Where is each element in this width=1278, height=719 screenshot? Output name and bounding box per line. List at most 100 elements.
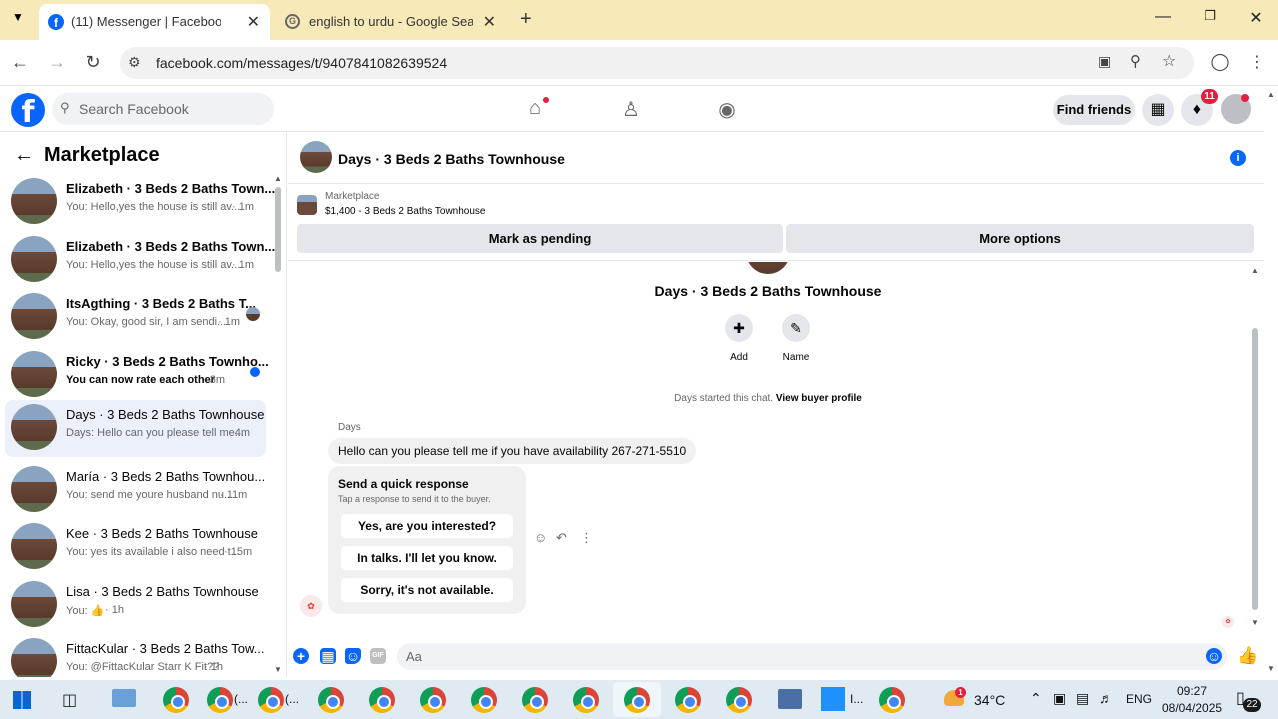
- clock-date[interactable]: 08/04/2025: [1162, 701, 1222, 715]
- browser-menu-icon[interactable]: ⋮: [1245, 52, 1269, 72]
- chrome-taskbar-icon[interactable]: [573, 687, 599, 713]
- find-friends-button[interactable]: Find friends: [1053, 95, 1135, 125]
- listing-thumbnail[interactable]: [297, 195, 317, 215]
- quick-reply-button[interactable]: Sorry, it's not available.: [341, 578, 513, 602]
- name-action[interactable]: ✎ Name: [776, 314, 816, 363]
- tab-google-search[interactable]: G english to urdu - Google Search ✕: [276, 4, 506, 40]
- omnibox[interactable]: ⚙ facebook.com/messages/t/94078410826395…: [120, 47, 1194, 79]
- chat-scrollbar[interactable]: [1252, 328, 1258, 610]
- message-input[interactable]: [397, 643, 1227, 670]
- message-bubble[interactable]: Hello can you please tell me if you have…: [328, 438, 697, 464]
- more-actions-icon[interactable]: ⋮: [580, 530, 593, 546]
- pencil-icon[interactable]: ✎: [782, 314, 810, 342]
- info-icon[interactable]: i: [1230, 150, 1246, 166]
- listing-price-title[interactable]: $1,400 - 3 Beds 2 Baths Townhouse: [325, 206, 485, 217]
- friends-icon[interactable]: ♙: [618, 97, 644, 123]
- scroll-down-arrow-icon[interactable]: ▼: [1251, 618, 1259, 627]
- page-scroll-up-icon[interactable]: ▲: [1267, 90, 1275, 99]
- reload-icon[interactable]: ↻: [81, 52, 105, 73]
- conversation-item[interactable]: Elizabeth · 3 Beds 2 Baths Town... You: …: [5, 232, 275, 289]
- chat-title[interactable]: Days · 3 Beds 2 Baths Townhouse: [338, 151, 565, 167]
- chrome-taskbar-icon[interactable]: [318, 687, 344, 713]
- back-icon[interactable]: ←: [8, 52, 32, 73]
- url-text[interactable]: facebook.com/messages/t/9407841082639524: [156, 55, 447, 71]
- facebook-search-input[interactable]: ⚲ Search Facebook: [52, 93, 274, 125]
- google-icon: G: [285, 14, 300, 29]
- conversation-item[interactable]: ItsAgthing · 3 Beds 2 Baths T... You: Ok…: [5, 289, 266, 346]
- conversation-item[interactable]: FittacKular · 3 Beds 2 Baths Tow... You:…: [5, 634, 266, 677]
- chrome-taskbar-icon[interactable]: [163, 687, 189, 713]
- plus-circle-icon[interactable]: +: [293, 648, 309, 664]
- chrome-taskbar-icon[interactable]: [471, 687, 497, 713]
- chrome-taskbar-icon[interactable]: [420, 687, 446, 713]
- network-icon[interactable]: ▤: [1076, 690, 1089, 707]
- editor-app-icon[interactable]: [821, 687, 845, 711]
- like-thumb-icon[interactable]: 👍: [1237, 647, 1258, 664]
- conversation-item[interactable]: Lisa · 3 Beds 2 Baths Townhouse You: 👍 ·…: [5, 577, 266, 634]
- close-tab-icon[interactable]: ✕: [483, 12, 496, 32]
- photo-icon[interactable]: ▦: [320, 648, 336, 664]
- conversation-item[interactable]: María · 3 Beds 2 Baths Townhou... You: s…: [5, 462, 266, 519]
- conversation-item[interactable]: Days · 3 Beds 2 Baths Townhouse Days: He…: [5, 400, 266, 457]
- conversation-time: · 1m: [218, 316, 240, 328]
- tab-search-button[interactable]: ▼: [6, 10, 30, 30]
- gif-icon[interactable]: GIF: [370, 648, 386, 664]
- chrome-taskbar-icon[interactable]: [258, 687, 284, 713]
- conversation-preview: You: Okay, good sir, I am sendi...: [66, 316, 227, 328]
- view-buyer-profile-link[interactable]: View buyer profile: [776, 393, 862, 404]
- quick-reply-button[interactable]: Yes, are you interested?: [341, 514, 513, 538]
- close-tab-icon[interactable]: ✕: [247, 12, 260, 32]
- temperature-text[interactable]: 34°C: [974, 692, 1005, 708]
- scroll-up-arrow-icon[interactable]: ▲: [274, 174, 282, 183]
- react-emoji-icon[interactable]: ☺: [534, 530, 547, 545]
- conversation-item[interactable]: Ricky · 3 Beds 2 Baths Townho... You can…: [5, 347, 269, 404]
- profile-icon[interactable]: ◯: [1208, 52, 1232, 72]
- laptop-app-icon[interactable]: [112, 689, 136, 707]
- windows-start-icon[interactable]: [13, 691, 31, 709]
- bookmark-star-icon[interactable]: ☆: [1162, 51, 1176, 71]
- back-arrow-icon[interactable]: ←: [14, 144, 34, 167]
- more-options-button[interactable]: More options: [786, 224, 1254, 253]
- language-indicator[interactable]: ENG: [1126, 692, 1152, 706]
- emoji-icon[interactable]: ☺: [1206, 648, 1222, 664]
- install-app-icon[interactable]: ▣: [1098, 53, 1111, 70]
- menu-grid-icon[interactable]: ▦: [1142, 94, 1174, 126]
- tray-chevron-icon[interactable]: ⌃: [1030, 690, 1042, 707]
- site-settings-icon[interactable]: ⚙: [128, 54, 141, 71]
- camera-icon[interactable]: ▣: [1053, 690, 1066, 707]
- quick-reply-button[interactable]: In talks. I'll let you know.: [341, 546, 513, 570]
- conversation-item[interactable]: Elizabeth · 3 Beds 2 Baths Town... You: …: [5, 174, 275, 231]
- chrome-taskbar-icon[interactable]: [522, 687, 548, 713]
- chrome-taskbar-icon[interactable]: [369, 687, 395, 713]
- clock-time[interactable]: 09:27: [1177, 684, 1207, 698]
- restore-icon[interactable]: ❐: [1198, 8, 1222, 24]
- chat-avatar[interactable]: [300, 141, 332, 173]
- reply-icon[interactable]: ↶: [556, 530, 567, 546]
- sidebar-scrollbar[interactable]: [275, 187, 281, 272]
- minimize-icon[interactable]: —: [1151, 8, 1175, 26]
- chrome-taskbar-icon[interactable]: [675, 687, 701, 713]
- chrome-taskbar-icon[interactable]: [726, 687, 752, 713]
- add-person-icon[interactable]: ✚: [725, 314, 753, 342]
- tab-messenger[interactable]: f (11) Messenger | Facebook ✕: [39, 4, 270, 40]
- conversation-item[interactable]: Kee · 3 Beds 2 Baths Townhouse You: yes …: [5, 519, 266, 576]
- groups-icon[interactable]: ◉: [714, 97, 740, 123]
- chrome-taskbar-icon[interactable]: [207, 687, 233, 713]
- sender-avatar[interactable]: ✿: [300, 595, 322, 617]
- volume-icon[interactable]: ♬: [1099, 690, 1113, 706]
- page-scroll-down-icon[interactable]: ▼: [1267, 664, 1275, 673]
- window-close-icon[interactable]: ✕: [1244, 8, 1268, 28]
- scroll-down-arrow-icon[interactable]: ▼: [274, 665, 282, 674]
- task-view-icon[interactable]: ◫: [62, 690, 77, 710]
- file-manager-icon[interactable]: [778, 689, 802, 709]
- new-tab-icon[interactable]: +: [520, 8, 532, 31]
- zoom-icon[interactable]: ⚲: [1130, 52, 1141, 70]
- mark-as-pending-button[interactable]: Mark as pending: [297, 224, 783, 253]
- forward-icon[interactable]: →: [45, 52, 69, 73]
- chrome-taskbar-icon[interactable]: [879, 687, 905, 713]
- chrome-taskbar-icon[interactable]: [624, 687, 650, 713]
- sticker-icon[interactable]: ☺: [345, 648, 361, 664]
- facebook-logo-icon[interactable]: f: [11, 93, 45, 127]
- add-action[interactable]: ✚ Add: [719, 314, 759, 363]
- scroll-up-arrow-icon[interactable]: ▲: [1251, 266, 1259, 275]
